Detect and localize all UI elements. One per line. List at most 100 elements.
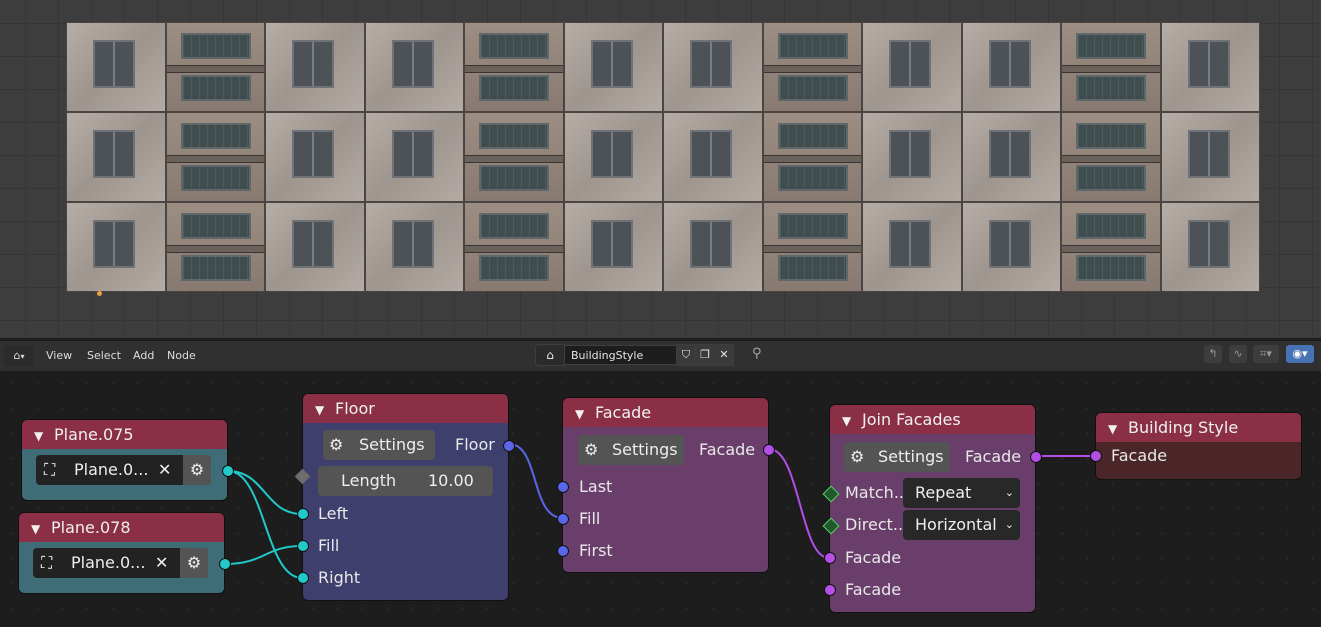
input-socket-facade-2[interactable] bbox=[824, 584, 836, 596]
close-icon[interactable]: ✕ bbox=[715, 344, 734, 366]
shield-icon[interactable]: ⛉ bbox=[677, 344, 696, 366]
settings-label: Settings bbox=[612, 440, 678, 459]
input-label-fill: Fill bbox=[579, 509, 601, 528]
window bbox=[590, 220, 633, 268]
input-label-fill: Fill bbox=[318, 536, 340, 555]
balcony-slab bbox=[1062, 65, 1160, 73]
output-socket-facade[interactable] bbox=[763, 444, 775, 456]
node-plane-075[interactable]: ▼ Plane.075 ⛶ Plane.0... ✕ ⚙ bbox=[22, 420, 234, 500]
close-icon[interactable]: ✕ bbox=[155, 548, 168, 578]
node-facade[interactable]: ▼ Facade ⚙ Settings Facade Last Fill Firs… bbox=[557, 398, 775, 572]
node-building-style[interactable]: ▼ Building Style Facade bbox=[1090, 413, 1301, 479]
overlay-icon[interactable]: ◉▾ bbox=[1286, 345, 1314, 363]
building-facade-mesh[interactable] bbox=[66, 22, 1260, 292]
object-name: Plane.0... bbox=[71, 553, 146, 572]
viewport-3d[interactable] bbox=[0, 0, 1321, 338]
pin-icon[interactable]: ⚲ bbox=[752, 346, 762, 361]
input-socket-facade[interactable] bbox=[1090, 450, 1102, 462]
balcony-slab bbox=[1062, 155, 1160, 163]
window-tile bbox=[961, 202, 1061, 292]
balcony-tile bbox=[1061, 112, 1161, 202]
input-socket-first[interactable] bbox=[557, 545, 569, 557]
node-header[interactable]: ▼ Floor bbox=[303, 394, 508, 423]
settings-button[interactable]: ⚙ Settings bbox=[844, 442, 950, 472]
snap-icon[interactable]: ∿ bbox=[1229, 345, 1247, 363]
balcony-slab bbox=[763, 65, 861, 73]
window bbox=[391, 130, 434, 178]
menu-select[interactable]: Select bbox=[83, 345, 125, 367]
output-label-facade: Facade bbox=[965, 447, 1022, 466]
close-icon[interactable]: ✕ bbox=[158, 455, 171, 485]
object-field[interactable]: ⛶ Plane.0... ✕ ⚙ bbox=[33, 548, 208, 578]
copy-icon[interactable]: ❐ bbox=[696, 344, 715, 366]
length-field[interactable]: Length 10.00 bbox=[318, 466, 493, 496]
settings-button[interactable]: ⚙ Settings bbox=[578, 435, 684, 465]
menu-view[interactable]: View bbox=[42, 345, 76, 367]
chevron-down-icon[interactable]: ▼ bbox=[575, 400, 587, 429]
chevron-down-icon: ⌄ bbox=[1004, 486, 1014, 499]
gear-icon[interactable]: ⚙ bbox=[180, 548, 208, 578]
node-header[interactable]: ▼ Plane.078 bbox=[19, 513, 224, 542]
direction-value: Horizontal bbox=[915, 515, 997, 534]
balcony-window bbox=[777, 255, 848, 281]
parent-icon[interactable]: ↰ bbox=[1204, 345, 1222, 363]
node-title: Facade bbox=[595, 403, 652, 422]
node-header[interactable]: ▼ Plane.075 bbox=[22, 420, 227, 449]
window-tile bbox=[961, 112, 1061, 202]
snap-mode-icon[interactable]: ⌗▾ bbox=[1253, 345, 1279, 363]
node-header[interactable]: ▼ Facade bbox=[563, 398, 768, 427]
input-socket-left[interactable] bbox=[297, 508, 309, 520]
window-tile bbox=[364, 112, 464, 202]
direction-dropdown[interactable]: Horizontal ⌄ bbox=[903, 510, 1020, 540]
balcony-window bbox=[777, 123, 848, 149]
settings-button[interactable]: ⚙ Settings bbox=[323, 430, 435, 460]
output-socket-floor[interactable] bbox=[503, 440, 515, 452]
match-dropdown[interactable]: Repeat ⌄ bbox=[903, 478, 1020, 508]
balcony-tile bbox=[762, 202, 862, 292]
input-socket-last[interactable] bbox=[557, 481, 569, 493]
input-socket-facade-1[interactable] bbox=[824, 552, 836, 564]
window-tile bbox=[1160, 112, 1260, 202]
chevron-down-icon[interactable]: ▼ bbox=[34, 422, 46, 451]
balcony-window bbox=[1076, 213, 1146, 239]
window bbox=[889, 220, 931, 268]
balcony-window bbox=[1076, 33, 1146, 59]
balcony-slab bbox=[465, 65, 563, 73]
node-header[interactable]: ▼ Building Style bbox=[1096, 413, 1301, 442]
output-socket-facade[interactable] bbox=[1030, 451, 1042, 463]
input-socket-fill[interactable] bbox=[557, 513, 569, 525]
window-tile bbox=[961, 22, 1061, 112]
node-join-facades[interactable]: ▼ Join Facades ⚙ Settings Facade Match...… bbox=[822, 405, 1042, 612]
object-icon: ⛶ bbox=[41, 553, 53, 572]
node-tree-name-field[interactable]: BuildingStyle bbox=[565, 345, 677, 365]
chevron-down-icon[interactable]: ▼ bbox=[1108, 415, 1120, 444]
balcony-window bbox=[180, 213, 251, 239]
output-socket-object[interactable] bbox=[219, 558, 231, 570]
balcony-window bbox=[1076, 123, 1146, 149]
window bbox=[988, 40, 1031, 88]
window bbox=[590, 40, 633, 88]
menu-add[interactable]: Add bbox=[129, 345, 158, 367]
window bbox=[93, 40, 135, 88]
editor-type-button[interactable]: ⌂▾ bbox=[4, 345, 34, 367]
output-socket-object[interactable] bbox=[222, 465, 234, 477]
gear-icon[interactable]: ⚙ bbox=[183, 455, 211, 485]
chevron-down-icon[interactable]: ▼ bbox=[315, 396, 327, 425]
balcony-tile bbox=[165, 22, 265, 112]
window-tile bbox=[66, 202, 166, 292]
node-plane-078[interactable]: ▼ Plane.078 ⛶ Plane.0... ✕ ⚙ bbox=[19, 513, 231, 593]
input-socket-fill[interactable] bbox=[297, 540, 309, 552]
chevron-down-icon[interactable]: ▼ bbox=[31, 515, 43, 544]
window-tile bbox=[364, 202, 464, 292]
home-icon[interactable]: ⌂ bbox=[535, 344, 565, 366]
object-field[interactable]: ⛶ Plane.0... ✕ ⚙ bbox=[36, 455, 211, 485]
balcony-slab bbox=[465, 155, 563, 163]
menu-node[interactable]: Node bbox=[163, 345, 200, 367]
input-socket-right[interactable] bbox=[297, 572, 309, 584]
balcony-window bbox=[777, 75, 848, 101]
node-floor[interactable]: ▼ Floor ⚙ Settings Floor Length 10.00 Lef… bbox=[294, 394, 515, 600]
balcony-window bbox=[180, 33, 251, 59]
balcony-tile bbox=[464, 202, 564, 292]
node-header[interactable]: ▼ Join Facades bbox=[830, 405, 1035, 434]
chevron-down-icon[interactable]: ▼ bbox=[842, 407, 854, 436]
